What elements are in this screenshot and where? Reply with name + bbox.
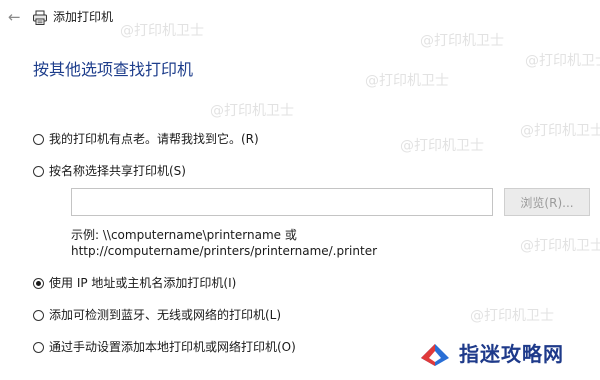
option-ip-hostname[interactable]: 使用 IP 地址或主机名添加打印机(I): [33, 274, 236, 292]
logo-mark-icon: [421, 344, 449, 366]
page-heading: 按其他选项查找打印机: [33, 60, 194, 79]
watermark: @打印机卫士: [520, 238, 600, 254]
window-title: 添加打印机: [53, 10, 114, 24]
option-wireless-network[interactable]: 添加可检测到蓝牙、无线或网络的打印机(L): [33, 306, 281, 324]
option-manual-setup[interactable]: 通过手动设置添加本地打印机或网络打印机(O): [33, 338, 296, 356]
option-label: 通过手动设置添加本地打印机或网络打印机(O): [49, 340, 296, 354]
radio-old-printer[interactable]: [33, 133, 44, 145]
radio-shared-printer[interactable]: [33, 165, 44, 177]
printer-icon: [33, 10, 47, 25]
example-text-line2: http://computername/printers/printername…: [71, 244, 378, 258]
watermark: @打印机卫士: [520, 123, 600, 139]
site-logo-text: 指迷攻略网: [459, 342, 564, 366]
watermark: @打印机卫士: [210, 103, 294, 119]
option-label: 我的打印机有点老。请帮我找到它。(R): [49, 132, 259, 146]
watermark: @打印机卫士: [400, 138, 484, 154]
example-text-line1: 示例: \\computername\printername 或: [71, 228, 297, 242]
radio-ip-hostname[interactable]: [33, 277, 44, 289]
option-label: 使用 IP 地址或主机名添加打印机(I): [49, 276, 237, 290]
watermark: @打印机卫士: [470, 308, 554, 324]
option-label: 按名称选择共享打印机(S): [49, 164, 186, 178]
option-shared-printer[interactable]: 按名称选择共享打印机(S): [33, 162, 186, 180]
radio-manual-setup[interactable]: [33, 341, 44, 353]
printer-name-input[interactable]: [71, 188, 493, 216]
title-bar: ← 添加打印机: [0, 0, 600, 36]
watermark: @打印机卫士: [365, 73, 449, 89]
option-old-printer[interactable]: 我的打印机有点老。请帮我找到它。(R): [33, 130, 259, 148]
option-label: 添加可检测到蓝牙、无线或网络的打印机(L): [49, 308, 282, 322]
site-logo: 指迷攻略网: [417, 340, 564, 368]
back-arrow-icon[interactable]: ←: [8, 8, 21, 26]
browse-button[interactable]: 浏览(R)...: [504, 188, 590, 216]
watermark: @打印机卫士: [525, 53, 600, 69]
radio-wireless-network[interactable]: [33, 309, 44, 321]
